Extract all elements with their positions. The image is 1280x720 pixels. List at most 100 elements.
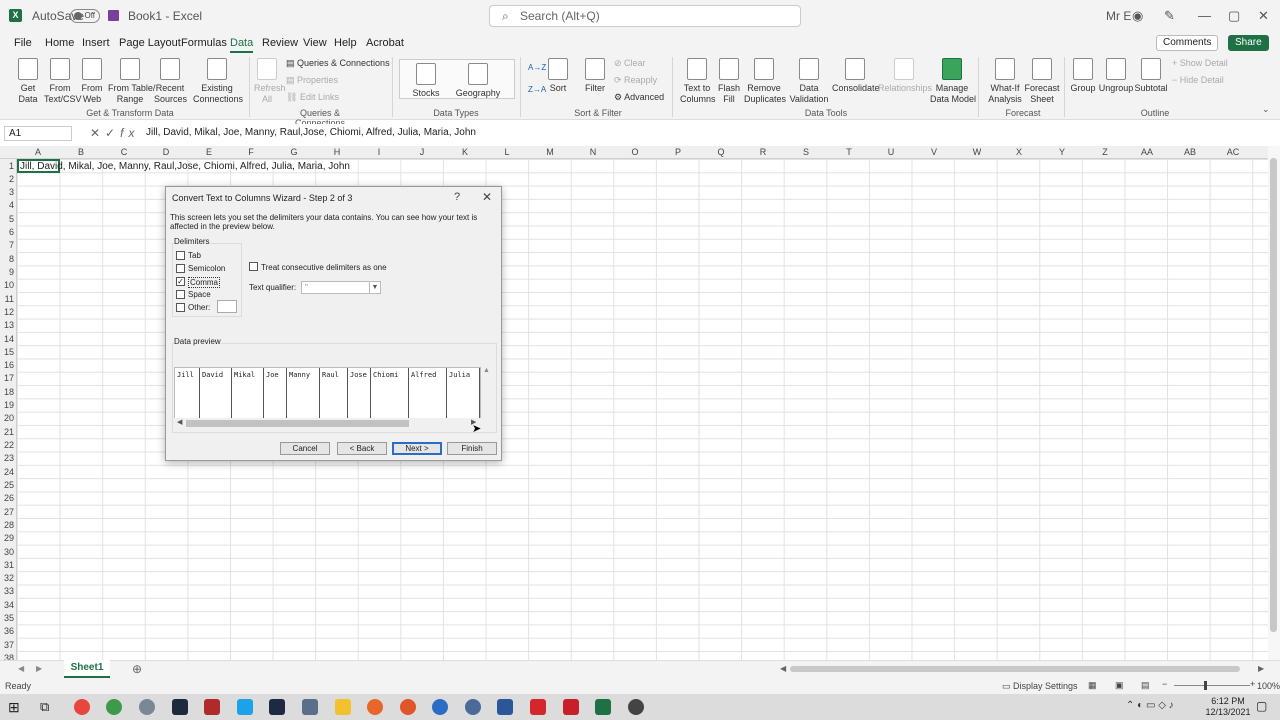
show-detail-button[interactable]: + Show Detail	[1172, 58, 1228, 69]
menu-formulas[interactable]: Formulas	[181, 37, 227, 49]
back-button[interactable]: < Back	[337, 442, 387, 455]
data-validation-button[interactable]: Data Validation	[788, 58, 830, 105]
file-explorer-icon[interactable]	[335, 699, 351, 715]
data-preview-table[interactable]: Jill David Mikal Joe Manny Raul Jose Chi…	[174, 367, 481, 419]
column-header[interactable]: Z	[1095, 147, 1115, 157]
row-header[interactable]: 25	[0, 480, 14, 490]
comments-button[interactable]: Comments	[1156, 35, 1219, 51]
column-header[interactable]: F	[241, 147, 261, 157]
column-header[interactable]: P	[668, 147, 688, 157]
scroll-up-icon[interactable]: ▲	[483, 367, 490, 374]
app-icon[interactable]	[302, 699, 318, 715]
row-header[interactable]: 17	[0, 373, 14, 383]
preview-column[interactable]: Raul	[320, 368, 348, 418]
sort-az-button[interactable]: A→Z	[528, 62, 546, 73]
edit-links-button[interactable]: ⛓ Edit Links	[286, 92, 339, 103]
column-header[interactable]: R	[753, 147, 773, 157]
preview-column[interactable]: Mikal	[232, 368, 264, 418]
menu-page-layout[interactable]: Page Layout	[119, 37, 181, 49]
app-icon[interactable]	[628, 699, 644, 715]
prev-sheet-icon[interactable]: ◀	[18, 664, 24, 673]
column-header[interactable]: I	[369, 147, 389, 157]
what-if-button[interactable]: What-If Analysis	[984, 58, 1026, 105]
row-header[interactable]: 33	[0, 586, 14, 596]
app-icon[interactable]	[106, 699, 122, 715]
formula-input[interactable]: Jill, David, Mikal, Joe, Manny, Raul,Jos…	[146, 127, 476, 138]
column-header[interactable]: T	[839, 147, 859, 157]
column-header[interactable]: AC	[1223, 147, 1243, 157]
row-header[interactable]: 31	[0, 560, 14, 570]
column-header[interactable]: Q	[711, 147, 731, 157]
row-header[interactable]: 19	[0, 400, 14, 410]
row-header[interactable]: 4	[0, 200, 14, 210]
forecast-sheet-button[interactable]: Forecast Sheet	[1024, 58, 1060, 105]
scroll-left-icon[interactable]: ◀	[780, 664, 786, 673]
subtotal-button[interactable]: Subtotal	[1134, 58, 1168, 94]
row-header[interactable]: 37	[0, 640, 14, 650]
remove-duplicates-button[interactable]: Remove Duplicates	[744, 58, 786, 105]
clear-button[interactable]: ⊘ Clear	[614, 58, 646, 69]
advanced-button[interactable]: ⚙ Advanced	[614, 92, 664, 103]
close-window-icon[interactable]: ✕	[1258, 8, 1269, 24]
tray-icons[interactable]: ⌃ ◐ ▭ ◇ ♪	[1126, 700, 1174, 711]
column-header[interactable]: V	[924, 147, 944, 157]
lightroom-icon[interactable]	[269, 699, 285, 715]
zoom-slider-thumb[interactable]	[1204, 681, 1207, 690]
row-header[interactable]: 30	[0, 547, 14, 557]
row-header[interactable]: 24	[0, 467, 14, 477]
app-icon[interactable]	[139, 699, 155, 715]
zoom-level[interactable]: 100%	[1257, 681, 1280, 691]
row-header[interactable]: 20	[0, 413, 14, 423]
preview-column[interactable]: Chiomi	[371, 368, 409, 418]
column-header[interactable]: U	[881, 147, 901, 157]
excel-taskbar-icon[interactable]	[595, 699, 611, 715]
refresh-all-button[interactable]: Refresh All	[254, 58, 286, 105]
save-icon[interactable]	[108, 10, 119, 21]
column-header[interactable]: J	[412, 147, 432, 157]
row-header[interactable]: 14	[0, 334, 14, 344]
page-layout-view-icon[interactable]: ▣	[1115, 680, 1124, 691]
geography-button[interactable]: Geography	[455, 63, 501, 99]
row-header[interactable]: 2	[0, 174, 14, 184]
chrome-icon[interactable]	[74, 699, 90, 715]
column-header[interactable]: A	[28, 147, 48, 157]
menu-help[interactable]: Help	[334, 37, 357, 49]
user-name[interactable]: Mr E	[1106, 9, 1131, 23]
existing-connections-button[interactable]: Existing Connections	[193, 58, 243, 105]
consolidate-button[interactable]: Consolidate	[832, 58, 880, 94]
vertical-scroll-thumb[interactable]	[1270, 158, 1277, 632]
column-header[interactable]: N	[583, 147, 603, 157]
menu-file[interactable]: File	[14, 37, 32, 49]
row-header[interactable]: 7	[0, 240, 14, 250]
from-web-button[interactable]: From Web	[80, 58, 104, 105]
column-header[interactable]: C	[114, 147, 134, 157]
maximize-icon[interactable]: ▢	[1228, 8, 1240, 24]
preview-vertical-scrollbar[interactable]: ▲	[482, 367, 491, 419]
row-header[interactable]: 22	[0, 440, 14, 450]
row-header[interactable]: 23	[0, 453, 14, 463]
close-icon[interactable]: ✕	[482, 190, 492, 204]
sheet-tab[interactable]: Sheet1	[64, 660, 110, 678]
windows-start-icon[interactable]: ⊞	[8, 699, 20, 716]
column-header[interactable]: W	[967, 147, 987, 157]
stocks-button[interactable]: Stocks	[410, 63, 442, 99]
row-header[interactable]: 11	[0, 294, 14, 304]
word-icon[interactable]	[497, 699, 513, 715]
app-icon[interactable]	[400, 699, 416, 715]
consecutive-checkbox[interactable]	[249, 262, 258, 271]
row-header[interactable]: 21	[0, 427, 14, 437]
properties-button[interactable]: ▤ Properties	[286, 75, 338, 86]
next-sheet-icon[interactable]: ▶	[36, 664, 42, 673]
row-header[interactable]: 15	[0, 347, 14, 357]
semicolon-checkbox[interactable]	[176, 264, 185, 273]
preview-column[interactable]: David	[200, 368, 232, 418]
hide-detail-button[interactable]: − Hide Detail	[1172, 75, 1224, 86]
from-text-button[interactable]: From Text/CSV	[44, 58, 82, 105]
clock-time[interactable]: 6:12 PM	[1205, 696, 1251, 706]
relationships-button[interactable]: Relationships	[878, 58, 932, 94]
scroll-right-icon[interactable]: ▶	[1258, 664, 1264, 673]
text-to-columns-button[interactable]: Text to Columns	[680, 58, 716, 105]
zoom-slider[interactable]	[1174, 685, 1250, 686]
help-icon[interactable]: ?	[454, 191, 460, 203]
column-header[interactable]: O	[625, 147, 645, 157]
